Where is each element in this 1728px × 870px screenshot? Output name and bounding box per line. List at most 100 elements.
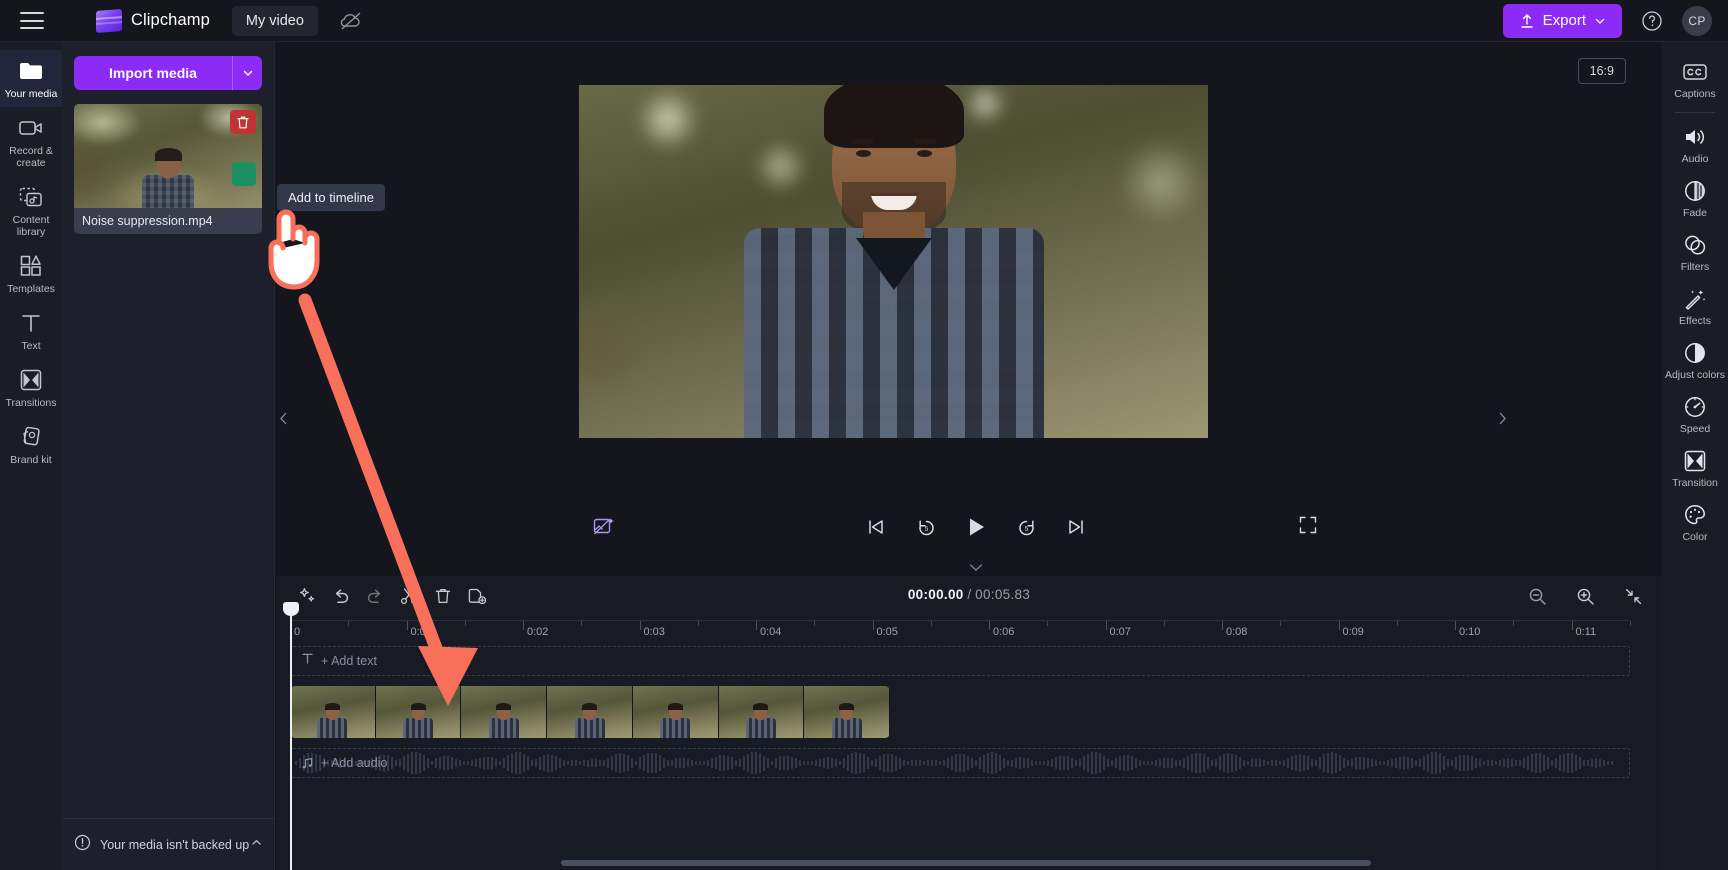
tool-label: Filters (1680, 261, 1710, 273)
brand-kit-icon (19, 425, 43, 449)
ruler-tick: 0:07 (1105, 621, 1131, 638)
sidebar-item-brand-kit[interactable]: Brand kit (0, 416, 62, 473)
tool-filters[interactable]: Filters (1662, 225, 1728, 279)
chevron-down-icon (1595, 18, 1605, 24)
project-title[interactable]: My video (231, 5, 318, 36)
sidebar-item-text[interactable]: Text (0, 302, 62, 359)
tool-captions[interactable]: Captions (1662, 52, 1728, 106)
undo-arrow-icon[interactable] (324, 582, 358, 610)
rewind-5s-icon[interactable]: 5 (912, 513, 940, 541)
backup-status-bar[interactable]: Your media isn't backed up (62, 818, 275, 870)
sidebar-item-your-media[interactable]: Your media (0, 50, 62, 107)
preview-stage: 16:9 (290, 42, 1662, 562)
cloud-off-icon[interactable] (338, 8, 364, 34)
ruler-tick: 0:02 (523, 621, 548, 638)
ruler-tick-label: 0:06 (993, 626, 1015, 638)
tool-transition[interactable]: Transition (1662, 441, 1728, 495)
chevron-up-icon[interactable] (250, 836, 263, 854)
add-to-timeline-icon[interactable] (232, 162, 256, 186)
skip-to-start-icon[interactable] (862, 513, 890, 541)
clip-thumbnail-frame (375, 686, 462, 738)
trash-icon[interactable] (230, 110, 256, 134)
fullscreen-icon[interactable] (1298, 515, 1318, 540)
transitions-icon (19, 368, 43, 392)
tool-effects[interactable]: Effects (1662, 279, 1728, 333)
media-item-name: Noise suppression.mp4 (74, 208, 262, 234)
ruler-tick-label: 0:08 (1226, 626, 1248, 638)
trash-icon[interactable] (426, 582, 460, 610)
color-palette-icon (1683, 503, 1707, 527)
zoom-out-icon[interactable] (1520, 582, 1554, 610)
media-item-card[interactable]: Noise suppression.mp4 (74, 104, 262, 234)
collapse-preview-button[interactable] (290, 558, 1662, 576)
speedometer-icon (1683, 395, 1707, 419)
fit-screen-icon[interactable] (1616, 582, 1650, 610)
duplicate-icon[interactable] (460, 582, 494, 610)
clipchamp-logo (96, 8, 122, 33)
clip-thumbnail-frame (461, 686, 548, 738)
timecode-display: 00:00.00 / 00:05.83 (908, 587, 1030, 602)
audio-track-label: + Add audio (321, 756, 388, 770)
backup-status-text: Your media isn't backed up (100, 837, 250, 852)
upload-icon (1520, 13, 1533, 28)
redo-arrow-icon[interactable] (358, 582, 392, 610)
import-media-caret[interactable] (232, 56, 262, 90)
video-preview[interactable] (579, 85, 1208, 438)
ruler-minor-tick (930, 621, 932, 626)
skip-to-end-icon[interactable] (1062, 513, 1090, 541)
total-time: 00:05.83 (975, 587, 1031, 602)
export-button[interactable]: Export (1502, 3, 1622, 38)
hamburger-icon[interactable] (20, 12, 44, 29)
timeline-zoom-controls (1520, 582, 1650, 610)
magic-image-icon[interactable] (592, 515, 616, 544)
timeline-ruler[interactable]: 0 0:01 0:02 0:03 0:04 0:05 0:06 0:07 0:08 0:09 0:1… (290, 620, 1631, 642)
sidebar-item-templates[interactable]: Templates (0, 245, 62, 302)
clip-thumbnail-frame (804, 686, 890, 738)
ruler-minor-tick (1396, 621, 1398, 626)
text-track-label: + Add text (321, 654, 377, 668)
time-separator: / (967, 587, 972, 602)
zoom-in-icon[interactable] (1568, 582, 1602, 610)
player-controls: 5 5 (290, 505, 1662, 553)
adjust-colors-icon (1683, 341, 1707, 365)
clipchamp-editor: Clipchamp My video Export CP Your media … (0, 0, 1728, 870)
sidebar-item-content-library[interactable]: Content library (0, 176, 62, 245)
tool-color[interactable]: Color (1662, 495, 1728, 549)
clip-thumbnail-frame (290, 686, 376, 738)
aspect-ratio-badge[interactable]: 16:9 (1577, 58, 1626, 84)
tool-fade[interactable]: Fade (1662, 171, 1728, 225)
filters-icon (1683, 233, 1707, 257)
text-t-icon (20, 311, 42, 335)
speaker-icon (1683, 125, 1707, 149)
ruler-minor-tick (814, 621, 816, 626)
sidebar-item-transitions[interactable]: Transitions (0, 359, 62, 416)
sidebar-label: Text (21, 340, 41, 352)
import-media-row: Import media (74, 56, 262, 90)
sidebar-label: Templates (7, 283, 55, 295)
content-library-icon (18, 185, 44, 209)
forward-5s-icon[interactable]: 5 (1012, 513, 1040, 541)
tool-adjust-colors[interactable]: Adjust colors (1662, 333, 1728, 387)
scissors-icon[interactable] (392, 582, 426, 610)
rail-divider (1675, 112, 1715, 113)
play-button[interactable] (962, 513, 990, 541)
ruler-minor-tick (1280, 621, 1282, 626)
tool-label: Adjust colors (1664, 369, 1726, 381)
brand-name: Clipchamp (131, 11, 210, 29)
timeline-horizontal-scrollbar[interactable] (561, 860, 1371, 866)
collapse-left-panel-button[interactable] (276, 408, 290, 428)
video-clip[interactable] (290, 686, 890, 738)
ruler-tick: 0:04 (756, 621, 781, 638)
sidebar-item-record-create[interactable]: Record & create (0, 107, 62, 176)
transition-icon (1683, 449, 1707, 473)
audio-track[interactable]: + Add audio (290, 748, 1630, 778)
tool-audio[interactable]: Audio (1662, 117, 1728, 171)
clip-thumbnail-frame (632, 686, 719, 738)
text-track[interactable]: + Add text (290, 646, 1630, 676)
ruler-minor-tick (1163, 621, 1165, 626)
avatar[interactable]: CP (1682, 5, 1712, 36)
playhead[interactable] (283, 602, 299, 870)
import-media-button[interactable]: Import media (74, 56, 232, 90)
tool-speed[interactable]: Speed (1662, 387, 1728, 441)
help-circle-icon[interactable] (1640, 9, 1664, 33)
